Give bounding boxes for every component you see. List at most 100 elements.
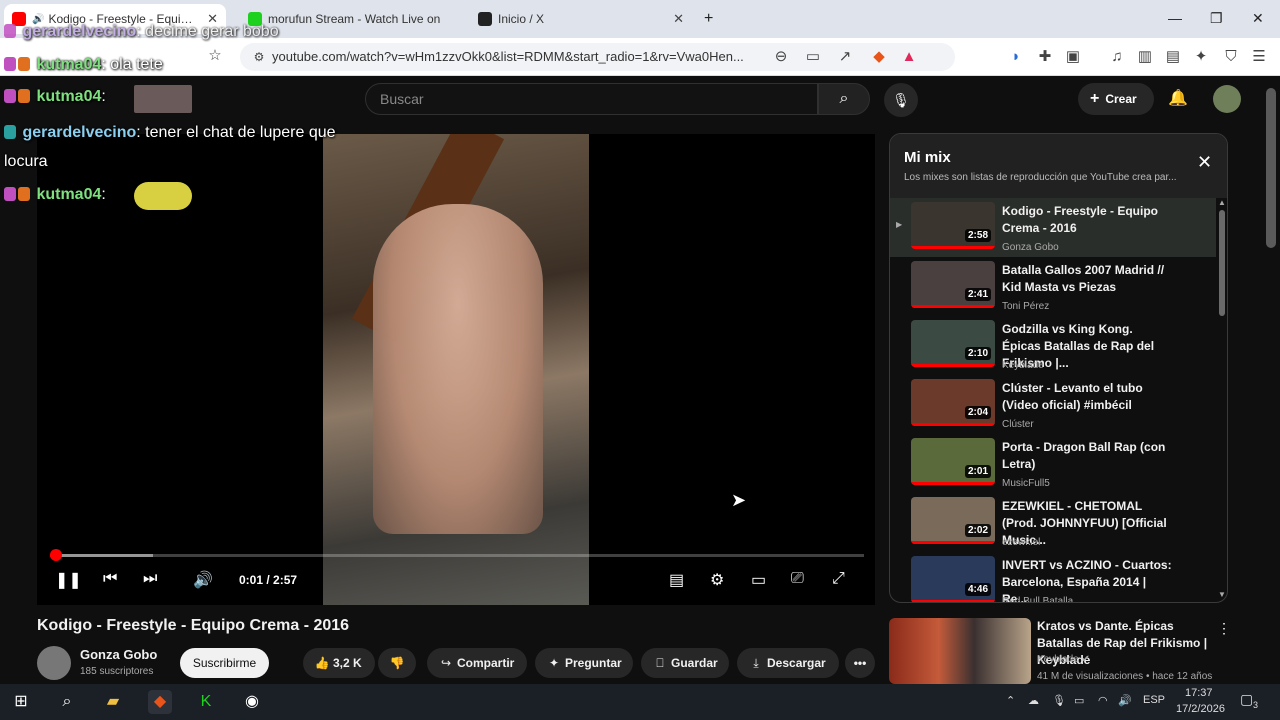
- mix-playlist-panel: Mi mix Los mixes son listas de reproducc…: [889, 133, 1228, 603]
- chat-text: : ola tete: [101, 56, 163, 73]
- media-icon[interactable]: ♫: [1106, 46, 1128, 68]
- mix-item-thumbnail[interactable]: 2:04: [911, 379, 995, 426]
- scroll-down-icon[interactable]: ▼: [1218, 590, 1226, 599]
- close-window-icon[interactable]: ✕: [1252, 10, 1264, 27]
- kick-app-icon[interactable]: K: [194, 690, 218, 714]
- mix-item[interactable]: 4:46 INVERT vs ACZINO - Cuartos: Barcelon…: [890, 552, 1216, 602]
- leo-icon[interactable]: ✦: [1190, 46, 1212, 68]
- wallet-icon[interactable]: ▤: [1162, 46, 1184, 68]
- zoom-icon[interactable]: ⊖: [770, 46, 792, 68]
- create-button[interactable]: + Crear: [1078, 83, 1154, 115]
- new-tab-button[interactable]: +: [704, 10, 713, 28]
- search-icon[interactable]: ⌕: [55, 690, 79, 714]
- cast-icon[interactable]: ▭: [802, 46, 824, 68]
- recommended-video[interactable]: Kratos vs Dante. Épicas Batallas de Rap …: [889, 616, 1231, 684]
- volume-icon[interactable]: 🔊: [193, 570, 213, 590]
- mix-item[interactable]: 2:41 Batalla Gallos 2007 Madrid // Kid Ma…: [890, 257, 1216, 316]
- channel-avatar[interactable]: [37, 646, 71, 680]
- bookmark-icon[interactable]: ☆: [204, 45, 226, 67]
- mix-item-title[interactable]: Clúster - Levanto el tubo (Video oficial…: [1002, 380, 1172, 414]
- mix-item-thumbnail[interactable]: 2:02: [911, 497, 995, 544]
- scrubber-handle[interactable]: [50, 549, 62, 561]
- battery-icon[interactable]: ▭: [1074, 694, 1084, 707]
- mix-item[interactable]: 2:04 Clúster - Levanto el tubo (Video ofi…: [890, 375, 1216, 434]
- onedrive-icon[interactable]: ☁: [1028, 694, 1039, 707]
- brave-browser-icon[interactable]: ◆: [148, 690, 172, 714]
- chat-user: kutma04: [36, 186, 102, 203]
- progress-bar[interactable]: [50, 554, 864, 557]
- notifications-bell-icon[interactable]: 🔔: [1168, 88, 1188, 108]
- mix-item[interactable]: 2:02 EZEWKIEL - CHETOMAL (Prod. JOHNNYFUU…: [890, 493, 1216, 552]
- more-actions-button[interactable]: •••: [845, 648, 875, 678]
- mix-item-thumbnail[interactable]: 2:41: [911, 261, 995, 308]
- notifications-icon[interactable]: ▢: [1240, 691, 1253, 708]
- search-button[interactable]: ⌕: [818, 83, 870, 115]
- menu-icon[interactable]: ☰: [1248, 46, 1270, 68]
- vpn-icon[interactable]: ⛉: [1220, 46, 1242, 68]
- mix-item-title[interactable]: Batalla Gallos 2007 Madrid // Kid Masta …: [1002, 262, 1172, 296]
- subscribe-button[interactable]: Suscribirme: [180, 648, 269, 678]
- brave-rewards-icon[interactable]: ▲: [898, 46, 920, 68]
- mix-item-thumbnail[interactable]: 2:10: [911, 320, 995, 367]
- mix-item-title[interactable]: Kodigo - Freestyle - Equipo Crema - 2016: [1002, 203, 1172, 237]
- fullscreen-icon[interactable]: ⤢: [832, 570, 845, 588]
- extensions-icon[interactable]: ✚: [1034, 46, 1056, 68]
- recommended-thumbnail[interactable]: [889, 618, 1031, 684]
- youtube-page: Buscar ⌕ 🎙 + Crear 🔔 ❚❚ ⏮ ⏭ 🔊 0:01 / 2:57…: [0, 76, 1280, 684]
- thumbs-down-icon: 👎: [389, 656, 405, 670]
- share-icon[interactable]: ↗: [834, 46, 856, 68]
- pause-icon[interactable]: ❚❚: [55, 570, 82, 590]
- brave-shield-icon[interactable]: ◆: [868, 46, 890, 68]
- voice-search-button[interactable]: 🎙: [884, 83, 918, 117]
- clock-date[interactable]: 17/2/2026: [1176, 703, 1225, 715]
- channel-name[interactable]: Gonza Gobo: [80, 647, 157, 662]
- tray-chevron-icon[interactable]: ⌃: [1006, 694, 1015, 707]
- mix-item-thumbnail[interactable]: 2:58: [911, 202, 995, 249]
- windows-start-icon[interactable]: ⊞: [9, 690, 33, 714]
- mic-tray-icon[interactable]: 🎙: [1052, 694, 1066, 707]
- ask-button[interactable]: ✦ Preguntar: [535, 648, 633, 678]
- mix-item[interactable]: 2:01 Porta - Dragon Ball Rap (con Letra) M…: [890, 434, 1216, 493]
- theater-mode-icon[interactable]: ▭: [751, 570, 766, 590]
- mix-item-thumbnail[interactable]: 2:01: [911, 438, 995, 485]
- save-button[interactable]: ⎕ Guardar: [641, 648, 729, 678]
- like-button[interactable]: 👍 3,2 K: [303, 648, 375, 678]
- search-input[interactable]: Buscar: [365, 83, 818, 115]
- page-scrollbar[interactable]: [1266, 88, 1276, 248]
- video-title: Kodigo - Freestyle - Equipo Crema - 2016: [37, 617, 350, 634]
- share-button[interactable]: ↪ Compartir: [427, 648, 527, 678]
- more-vertical-icon[interactable]: ⋮: [1217, 620, 1231, 637]
- now-playing-icon: ▶: [896, 220, 903, 229]
- site-settings-icon[interactable]: ⚙: [248, 46, 270, 68]
- download-button[interactable]: ⤓ Descargar: [737, 648, 839, 678]
- cast-icon[interactable]: ⎚: [791, 570, 804, 588]
- close-icon[interactable]: ✕: [1197, 152, 1212, 173]
- speaker-icon[interactable]: 🔊: [1118, 694, 1132, 707]
- mix-item-title[interactable]: Porta - Dragon Ball Rap (con Letra): [1002, 439, 1172, 473]
- language-indicator[interactable]: ESP: [1143, 694, 1165, 706]
- restore-icon[interactable]: ❐: [1210, 10, 1223, 27]
- mix-scrollbar[interactable]: ▲ ▼: [1217, 198, 1227, 602]
- tab-x[interactable]: Inicio / X ✕: [470, 4, 692, 34]
- screenshot-icon[interactable]: ▣: [1062, 46, 1084, 68]
- recommended-meta: 41 M de visualizaciones • hace 12 años: [1037, 671, 1213, 682]
- scroll-up-icon[interactable]: ▲: [1218, 198, 1226, 207]
- mix-item-thumbnail[interactable]: 4:46: [911, 556, 995, 602]
- mix-scroll-thumb[interactable]: [1219, 210, 1225, 316]
- close-tab-icon[interactable]: ✕: [665, 11, 684, 27]
- minimize-icon[interactable]: —: [1168, 10, 1182, 26]
- account-avatar[interactable]: [1213, 85, 1241, 113]
- next-icon[interactable]: ⏭: [143, 570, 157, 588]
- mix-item[interactable]: 2:10 Godzilla vs King Kong. Épicas Batall…: [890, 316, 1216, 375]
- dislike-button[interactable]: 👎: [378, 648, 416, 678]
- subtitles-icon[interactable]: ▤: [669, 570, 684, 590]
- settings-gear-icon[interactable]: ⚙: [710, 570, 724, 590]
- mix-item[interactable]: ▶ 2:58 Kodigo - Freestyle - Equipo Crema -…: [890, 198, 1216, 257]
- previous-icon[interactable]: ⏮: [103, 570, 117, 588]
- obs-icon[interactable]: ◉: [240, 690, 264, 714]
- sidebar-icon[interactable]: ▥: [1134, 46, 1156, 68]
- clock-time[interactable]: 17:37: [1185, 687, 1213, 699]
- file-explorer-icon[interactable]: ▰: [101, 690, 125, 714]
- wifi-icon[interactable]: ◠: [1098, 694, 1108, 707]
- read-aloud-icon[interactable]: ◗: [1005, 46, 1027, 68]
